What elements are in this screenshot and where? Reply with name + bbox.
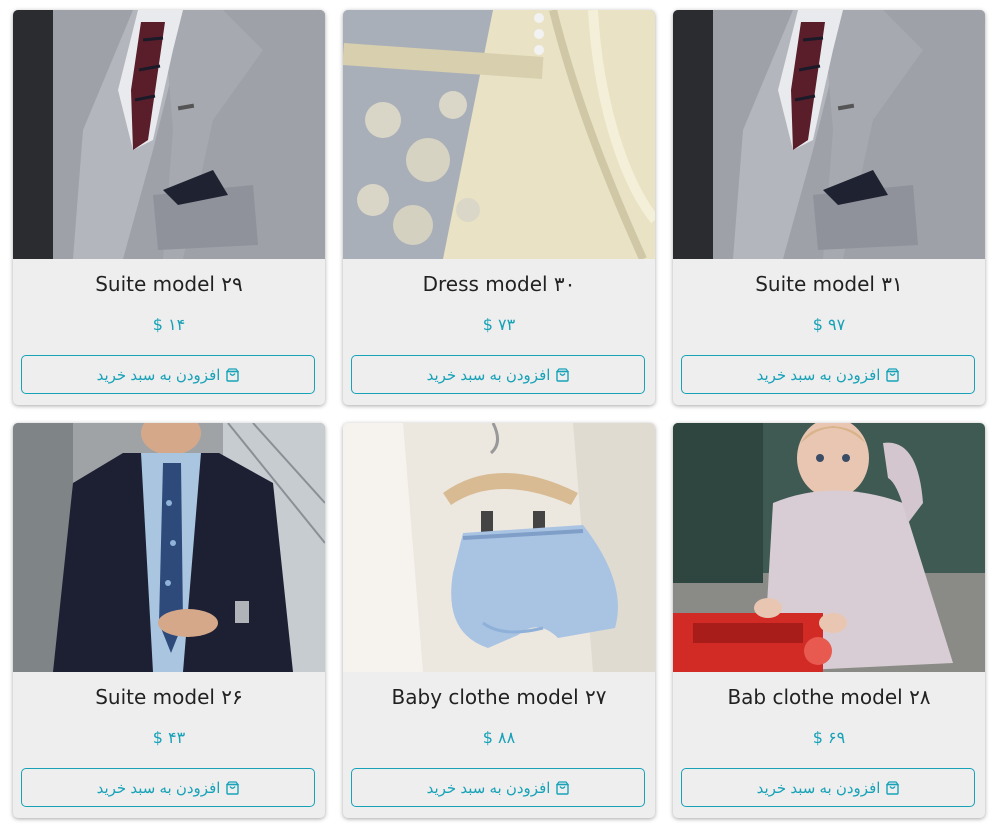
product-card: Dress model ۳۰ $ ۷۳ افزودن به سبد خرید bbox=[343, 10, 655, 405]
product-image-navy-suit[interactable] bbox=[13, 423, 325, 672]
product-card: Suite model ۳۱ $ ۹۷ افزودن به سبد خرید bbox=[673, 10, 985, 405]
add-to-cart-label: افزودن به سبد خرید bbox=[756, 366, 881, 384]
product-price: $ ۱۴ bbox=[152, 315, 186, 334]
shopping-bag-icon bbox=[226, 367, 240, 382]
product-price: $ ۷۳ bbox=[482, 315, 516, 334]
add-to-cart-label: افزودن به سبد خرید bbox=[426, 779, 551, 797]
product-title: Baby clothe model ۲۷ bbox=[391, 685, 607, 709]
shopping-bag-icon bbox=[226, 780, 240, 795]
add-to-cart-label: افزودن به سبد خرید bbox=[756, 779, 881, 797]
product-title: Suite model ۲۶ bbox=[95, 685, 243, 709]
product-price: $ ۴۳ bbox=[152, 728, 186, 747]
product-title: Bab clothe model ۲۸ bbox=[727, 685, 931, 709]
product-card: Suite model ۲۶ $ ۴۳ افزودن به سبد خرید bbox=[13, 423, 325, 818]
add-to-cart-button[interactable]: افزودن به سبد خرید bbox=[351, 768, 645, 807]
add-to-cart-label: افزودن به سبد خرید bbox=[426, 366, 551, 384]
add-to-cart-button[interactable]: افزودن به سبد خرید bbox=[21, 768, 315, 807]
product-title: Suite model ۳۱ bbox=[755, 272, 903, 296]
product-title: Suite model ۲۹ bbox=[95, 272, 243, 296]
product-price: $ ۹۷ bbox=[812, 315, 846, 334]
add-to-cart-label: افزودن به سبد خرید bbox=[96, 366, 221, 384]
add-to-cart-button[interactable]: افزودن به سبد خرید bbox=[21, 355, 315, 394]
product-grid: Suite model ۲۹ $ ۱۴ افزودن به سبد خرید D… bbox=[0, 0, 1000, 829]
shopping-bag-icon bbox=[886, 367, 900, 382]
product-title: Dress model ۳۰ bbox=[422, 272, 576, 296]
shopping-bag-icon bbox=[556, 780, 570, 795]
product-card: Baby clothe model ۲۷ $ ۸۸ افزودن به سبد … bbox=[343, 423, 655, 818]
shopping-bag-icon bbox=[886, 780, 900, 795]
product-price: $ ۶۹ bbox=[812, 728, 846, 747]
product-image-grey-suit[interactable] bbox=[13, 10, 325, 259]
product-price: $ ۸۸ bbox=[482, 728, 516, 747]
add-to-cart-label: افزودن به سبد خرید bbox=[96, 779, 221, 797]
add-to-cart-button[interactable]: افزودن به سبد خرید bbox=[681, 768, 975, 807]
add-to-cart-button[interactable]: افزودن به سبد خرید bbox=[681, 355, 975, 394]
product-image-baby-shorts[interactable] bbox=[343, 423, 655, 672]
product-card: Suite model ۲۹ $ ۱۴ افزودن به سبد خرید bbox=[13, 10, 325, 405]
shopping-bag-icon bbox=[556, 367, 570, 382]
product-image-baby-toy[interactable] bbox=[673, 423, 985, 672]
product-image-grey-suit[interactable] bbox=[673, 10, 985, 259]
add-to-cart-button[interactable]: افزودن به سبد خرید bbox=[351, 355, 645, 394]
product-card: Bab clothe model ۲۸ $ ۶۹ افزودن به سبد خ… bbox=[673, 423, 985, 818]
product-image-lace-dress[interactable] bbox=[343, 10, 655, 259]
